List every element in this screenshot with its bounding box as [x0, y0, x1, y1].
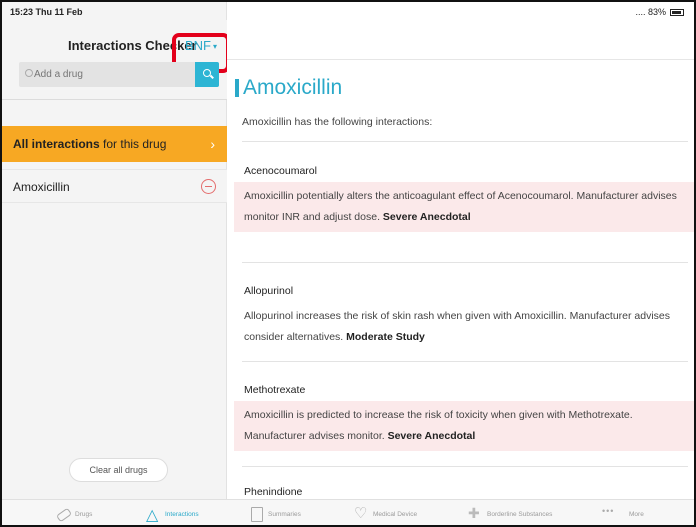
divider [242, 262, 688, 263]
drug-list-item[interactable]: Amoxicillin [2, 169, 227, 203]
severity-badge: Severe Anecdotal [387, 430, 476, 442]
tab-label: Drugs [75, 510, 93, 518]
chevron-right-icon: › [210, 136, 215, 152]
interaction-drug-name: Allopurinol [244, 285, 294, 297]
tab-label: Borderline Substances [487, 510, 553, 518]
status-time: 15:23 Thu 11 Feb [10, 7, 83, 17]
heart-icon [354, 504, 368, 522]
more-dots-icon [602, 506, 624, 521]
network-icon [146, 505, 160, 525]
drug-name: Amoxicillin [13, 180, 70, 194]
interactions-intro: Amoxicillin has the following interactio… [242, 116, 433, 128]
title-accent-bar [235, 79, 239, 97]
interaction-drug-name: Acenocoumarol [244, 165, 317, 177]
bottom-tab-bar: Drugs Interactions Summaries Medical Dev… [2, 499, 694, 525]
divider [242, 361, 688, 362]
status-text: .... 83% [635, 7, 666, 17]
sidebar-header: Interactions Checker BNF ▾ [2, 20, 230, 100]
interaction-description: Amoxicillin potentially alters the antic… [234, 182, 694, 232]
tab-label: Medical Device [373, 510, 418, 518]
tab-more[interactable]: More [602, 505, 644, 523]
tab-summaries[interactable]: Summaries [249, 505, 301, 523]
main-content: Amoxicillin Amoxicillin has the followin… [227, 20, 694, 499]
tab-borderline-substances[interactable]: Borderline Substances [468, 505, 552, 523]
tab-label: Interactions [165, 510, 199, 518]
interaction-description: Amoxicillin is predicted to increase the… [234, 401, 694, 451]
clear-all-drugs-button[interactable]: Clear all drugs [69, 458, 168, 482]
search-button[interactable] [195, 62, 219, 87]
severity-badge: Moderate Study [346, 331, 425, 343]
remove-drug-icon[interactable] [201, 179, 216, 194]
magnifier-icon [203, 69, 211, 77]
tab-medical-device[interactable]: Medical Device [354, 504, 418, 523]
all-interactions-button[interactable]: All interactions for this drug › [2, 126, 227, 162]
interaction-drug-name: Phenindione [244, 486, 303, 498]
cross-icon [468, 505, 482, 522]
search-bar [19, 62, 219, 87]
tab-label: Summaries [268, 510, 301, 518]
status-bar: 15:23 Thu 11 Feb .... 83% [2, 2, 694, 20]
document-icon [249, 507, 263, 522]
tab-interactions[interactable]: Interactions [146, 505, 199, 525]
interaction-text: Allopurinol increases the risk of skin r… [244, 310, 671, 343]
drug-title: Amoxicillin [235, 76, 342, 100]
interaction-drug-name: Methotrexate [244, 384, 306, 396]
divider [242, 141, 688, 142]
tab-drugs[interactable]: Drugs [56, 505, 92, 523]
divider [242, 466, 688, 467]
tab-label: More [629, 510, 644, 518]
severity-badge: Severe Anecdotal [382, 211, 471, 223]
app-frame: Interactions Checker BNF▾ All interactio… [0, 0, 696, 527]
status-indicators: .... 83% [635, 7, 684, 17]
sidebar: Interactions Checker BNF▾ All interactio… [2, 2, 230, 499]
all-interactions-label: All interactions for this drug [13, 137, 167, 151]
main-topbar [227, 20, 694, 60]
pill-icon [56, 507, 70, 521]
interaction-description: Allopurinol increases the risk of skin r… [234, 302, 694, 352]
drug-title-text: Amoxicillin [243, 76, 343, 99]
battery-icon [670, 8, 684, 16]
add-drug-input[interactable] [24, 62, 189, 87]
